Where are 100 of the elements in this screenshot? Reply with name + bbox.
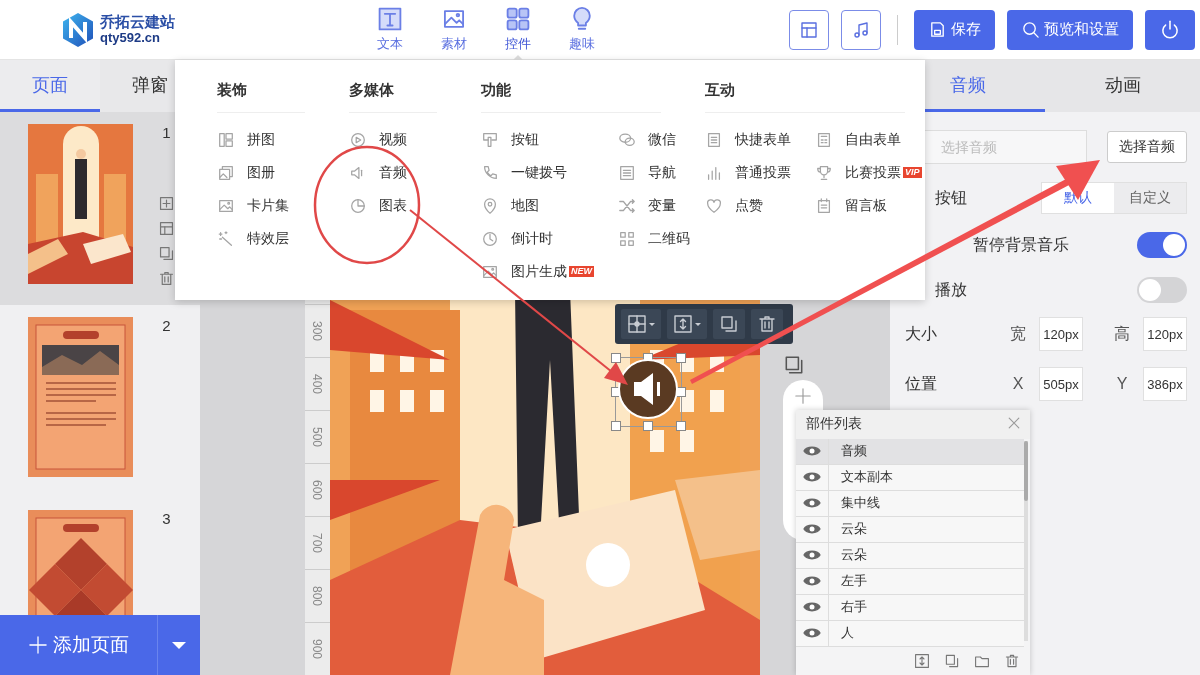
- heart-icon: [705, 196, 723, 215]
- layer-row[interactable]: 云朵: [796, 516, 1024, 543]
- speaker-icon[interactable]: [617, 358, 679, 420]
- menu-item[interactable]: 视频: [349, 123, 437, 156]
- page-number: 2: [162, 317, 171, 334]
- section-title: 装饰: [217, 78, 305, 113]
- field-label: 暂停背景音乐: [973, 234, 1069, 255]
- delete-button[interactable]: [751, 309, 783, 339]
- menu-item[interactable]: 微信: [618, 123, 690, 156]
- clock-icon: [481, 229, 499, 248]
- panel-tab[interactable]: 动画: [1045, 60, 1200, 112]
- save-button[interactable]: 保存: [914, 9, 995, 50]
- number-field[interactable]: 505px: [1039, 367, 1083, 401]
- copy-button[interactable]: [713, 309, 745, 339]
- align-button[interactable]: [621, 309, 661, 339]
- notepad-icon: [815, 196, 833, 215]
- menu-item[interactable]: 留言板: [815, 189, 922, 222]
- layer-row[interactable]: 右手: [796, 594, 1024, 621]
- menu-item[interactable]: 变量: [618, 189, 690, 222]
- play-icon: [349, 130, 367, 149]
- align-icon: [627, 314, 647, 334]
- resize-handle[interactable]: [611, 353, 621, 363]
- resize-handle[interactable]: [676, 353, 686, 363]
- logo-url: qty592.cn: [100, 30, 161, 46]
- nav-tab[interactable]: 文本: [358, 0, 422, 60]
- layer-row[interactable]: 文本副本: [796, 464, 1024, 491]
- text-icon: [377, 6, 403, 32]
- qr-code-icon: [618, 229, 636, 248]
- resize-handle[interactable]: [676, 421, 686, 431]
- menu-item[interactable]: 倒计时: [481, 222, 594, 255]
- menu-item[interactable]: 卡片集: [217, 189, 305, 222]
- menu-item[interactable]: 二维码: [618, 222, 690, 255]
- layer-row[interactable]: 集中线: [796, 490, 1024, 517]
- phone-icon: [481, 163, 499, 182]
- menu-item[interactable]: 图册: [217, 156, 305, 189]
- menu-item[interactable]: 音频: [349, 156, 437, 189]
- layer-row[interactable]: 左手: [796, 568, 1024, 595]
- plus-icon: [28, 636, 47, 654]
- field-label: 宽: [1009, 323, 1027, 344]
- menu-item[interactable]: 一键拨号: [481, 156, 594, 189]
- plus-icon: [795, 388, 811, 404]
- ruler-label: 400: [310, 374, 325, 394]
- badge: NEW: [569, 266, 594, 277]
- music-note-icon: [851, 19, 871, 40]
- field-label: 播放: [935, 279, 967, 300]
- field-label: 大小: [905, 323, 937, 344]
- toggle-switch[interactable]: [1137, 277, 1187, 303]
- number-field[interactable]: 120px: [1143, 317, 1187, 351]
- number-field[interactable]: 386px: [1143, 367, 1187, 401]
- map-pin-icon: [481, 196, 499, 215]
- panel-title: 部件列表: [806, 415, 862, 434]
- layout-icon: [158, 220, 175, 237]
- layer-row[interactable]: 音频: [796, 438, 1024, 465]
- segment-option[interactable]: 自定义: [1114, 183, 1186, 213]
- nav-tab[interactable]: 控件: [486, 0, 550, 60]
- layout-icon: [217, 130, 235, 149]
- menu-item[interactable]: 拼图: [217, 123, 305, 156]
- menu-item[interactable]: 图片生成 NEW: [481, 255, 594, 288]
- menu-item[interactable]: 普通投票: [705, 156, 791, 189]
- menu-item[interactable]: 导航: [618, 156, 690, 189]
- page-number: 3: [162, 510, 171, 527]
- ruler-label: 600: [310, 480, 325, 500]
- trash-icon: [158, 270, 175, 287]
- layout-icon: [799, 19, 819, 40]
- menu-item[interactable]: 图表: [349, 189, 437, 222]
- menu-item[interactable]: 快捷表单: [705, 123, 791, 156]
- add-icon: [158, 195, 175, 212]
- select-audio-button[interactable]: 选择音频: [1107, 131, 1187, 163]
- nav-tab[interactable]: 素材: [422, 0, 486, 60]
- layer-order-button[interactable]: [667, 309, 707, 339]
- menu-item[interactable]: 自由表单: [815, 123, 922, 156]
- logo-title: 乔拓云建站: [100, 13, 175, 31]
- layout-button[interactable]: [789, 9, 829, 50]
- resize-handle[interactable]: [611, 421, 621, 431]
- menu-item[interactable]: 地图: [481, 189, 594, 222]
- layer-row[interactable]: 人: [796, 620, 1024, 647]
- resize-handle[interactable]: [643, 421, 653, 431]
- pie-chart-icon: [349, 196, 367, 215]
- power-button[interactable]: [1145, 9, 1195, 50]
- music-button[interactable]: [841, 9, 881, 50]
- page-number: 1: [162, 124, 171, 141]
- menu-item[interactable]: 比赛投票 VIP: [815, 156, 922, 189]
- number-field[interactable]: 120px: [1039, 317, 1083, 351]
- toggle-switch[interactable]: [1137, 232, 1187, 258]
- ruler-label: 900: [310, 639, 325, 659]
- copy-icon: [944, 652, 960, 669]
- menu-item[interactable]: 点赞: [705, 189, 791, 222]
- grid-icon: [505, 6, 531, 32]
- menu-item[interactable]: 按钮: [481, 123, 594, 156]
- field-label: Y: [1115, 375, 1129, 393]
- panel-tab[interactable]: 页面: [0, 60, 100, 112]
- vertical-move-icon: [673, 314, 693, 334]
- ruler-label: 500: [310, 427, 325, 447]
- nav-tab[interactable]: 趣味: [550, 0, 614, 60]
- page-item[interactable]: 2: [0, 305, 200, 498]
- layer-row[interactable]: 云朵: [796, 542, 1024, 569]
- calculator-icon: [815, 130, 833, 149]
- field-label: 位置: [905, 373, 937, 394]
- menu-item[interactable]: 特效层: [217, 222, 305, 255]
- preview-settings-button[interactable]: 预览和设置: [1007, 9, 1133, 50]
